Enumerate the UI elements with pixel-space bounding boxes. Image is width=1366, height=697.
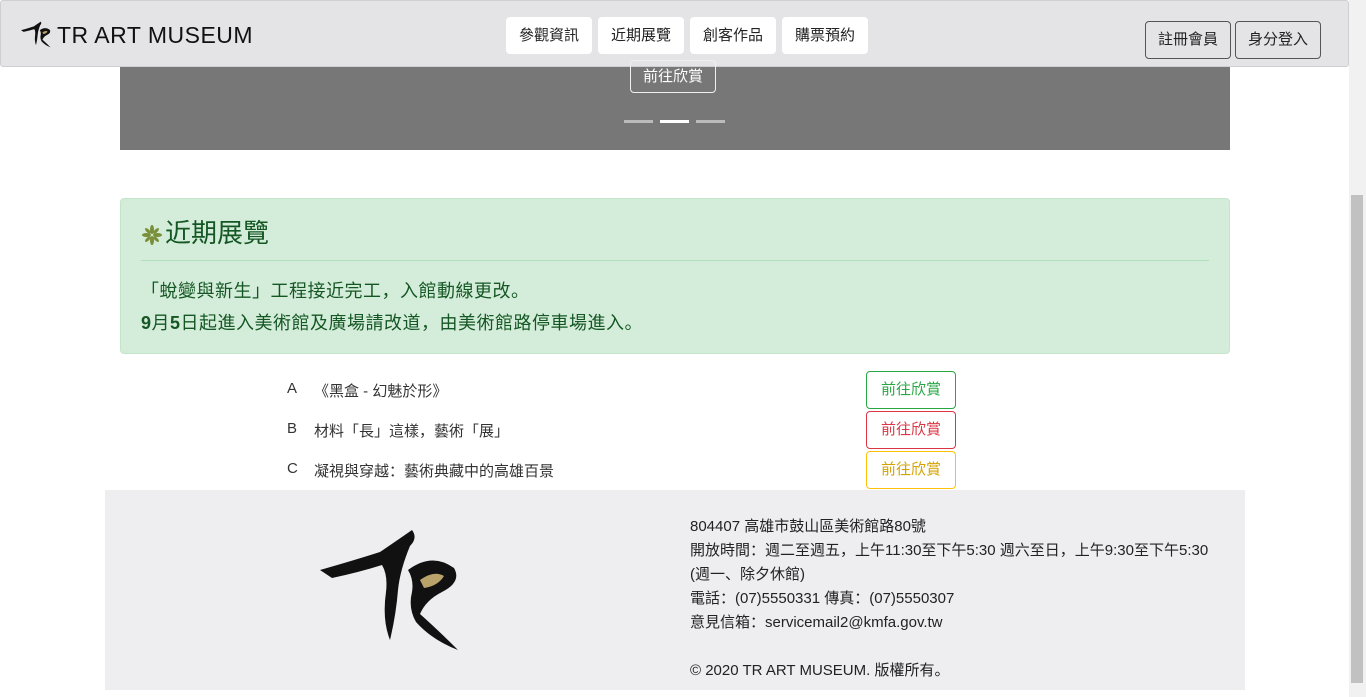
footer: 804407 高雄市鼓山區美術館路80號 開放時間：週二至週五，上午11:30至… xyxy=(105,490,1245,690)
exhibition-c-view-button[interactable]: 前往欣賞 xyxy=(866,451,956,489)
alert-month: 9 xyxy=(141,313,152,333)
nav-recent-exhibitions[interactable]: 近期展覽 xyxy=(598,17,685,54)
exhibition-letter: B xyxy=(287,420,298,437)
login-button[interactable]: 身分登入 xyxy=(1235,21,1322,59)
page-scrollbar[interactable] xyxy=(1349,0,1366,697)
alert-divider xyxy=(141,260,1209,261)
footer-contact-info: 804407 高雄市鼓山區美術館路80號 開放時間：週二至週五，上午11:30至… xyxy=(690,515,1220,635)
exhibition-a-view-button[interactable]: 前往欣賞 xyxy=(866,371,956,409)
alert-line-2-text: 日起進入美術館及廣場請改道，由美術館路停車場進入。 xyxy=(180,313,644,333)
alert-month-char: 月 xyxy=(151,313,171,333)
brand-name: TR ART MUSEUM xyxy=(57,21,254,48)
museum-logo xyxy=(320,530,458,650)
exhibition-b-view-button[interactable]: 前往欣賞 xyxy=(866,411,956,449)
scrollbar-thumb[interactable] xyxy=(1351,195,1363,683)
alert-heading: 近期展覽 xyxy=(141,213,269,250)
brand-logo-icon xyxy=(21,21,51,48)
announcement-alert: 近期展覽 「蛻變與新生」工程接近完工，入館動線更改。 9月5日起進入美術館及廣場… xyxy=(120,198,1230,354)
alert-day: 5 xyxy=(170,313,181,333)
alert-title: 近期展覽 xyxy=(165,218,270,248)
carousel-view-button[interactable]: 前往欣賞 xyxy=(630,60,717,93)
carousel-indicator-3[interactable] xyxy=(696,120,725,123)
exhibition-item: B 材料「長」這樣，藝術「展」 前往欣賞 xyxy=(287,411,957,449)
nav-ticket-booking[interactable]: 購票預約 xyxy=(782,17,869,54)
leaf-icon xyxy=(141,224,163,245)
carousel-indicator-2[interactable] xyxy=(660,120,689,123)
exhibition-title: 凝視與穿越：藝術典藏中的高雄百景 xyxy=(314,463,555,480)
exhibition-title: 材料「長」這樣，藝術「展」 xyxy=(314,423,510,440)
footer-email: 意見信箱：servicemail2@kmfa.gov.tw xyxy=(690,614,943,631)
brand[interactable]: TR ART MUSEUM xyxy=(21,19,253,51)
carousel-indicator-1[interactable] xyxy=(624,120,653,123)
footer-address: 804407 高雄市鼓山區美術館路80號 xyxy=(690,518,926,535)
footer-hours: 開放時間：週二至週五，上午11:30至下午5:30 週六至日，上午9:30至下午… xyxy=(690,542,1209,583)
auth-buttons: 註冊會員 身分登入 xyxy=(1145,21,1322,59)
footer-copyright: © 2020 TR ART MUSEUM. 版權所有。 xyxy=(690,662,950,679)
exhibition-letter: A xyxy=(287,380,298,397)
nav-links: 參觀資訊 近期展覽 創客作品 購票預約 xyxy=(506,17,869,54)
alert-line-1: 「蛻變與新生」工程接近完工，入館動線更改。 xyxy=(141,281,530,301)
exhibition-item: A 《黑盒 - 幻魅於形》 前往欣賞 xyxy=(287,371,957,409)
exhibition-title: 《黑盒 - 幻魅於形》 xyxy=(314,383,448,400)
nav-maker-works[interactable]: 創客作品 xyxy=(690,17,777,54)
carousel: 前往欣賞 xyxy=(120,60,1230,150)
exhibition-letter: C xyxy=(287,460,298,477)
carousel-indicators xyxy=(624,120,725,123)
nav-visit-info[interactable]: 參觀資訊 xyxy=(506,17,593,54)
exhibition-item: C 凝視與穿越：藝術典藏中的高雄百景 前往欣賞 xyxy=(287,451,957,489)
page: TR ART MUSEUM 參觀資訊 近期展覽 創客作品 購票預約 註冊會員 身… xyxy=(0,0,1366,697)
navbar: TR ART MUSEUM 參觀資訊 近期展覽 創客作品 購票預約 註冊會員 身… xyxy=(0,0,1349,67)
register-button[interactable]: 註冊會員 xyxy=(1145,21,1232,59)
alert-line-2: 9月5日起進入美術館及廣場請改道，由美術館路停車場進入。 xyxy=(141,309,643,335)
footer-phone: 電話：(07)5550331 傳真：(07)5550307 xyxy=(690,590,955,607)
